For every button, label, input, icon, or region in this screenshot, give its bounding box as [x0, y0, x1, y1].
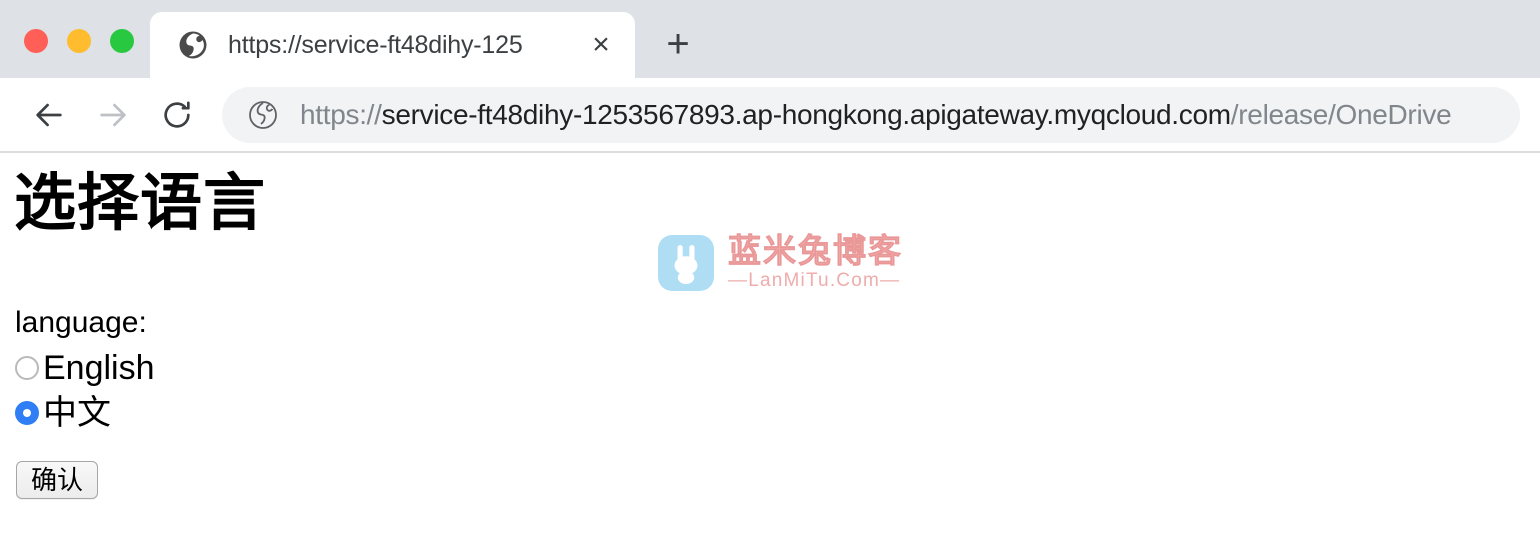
tab-title: https://service-ft48dihy-125 — [228, 30, 523, 59]
new-tab-button[interactable]: + — [652, 18, 704, 70]
reload-button[interactable] — [150, 88, 204, 142]
back-arrow-icon — [32, 98, 66, 132]
reload-icon — [160, 98, 194, 132]
back-button[interactable] — [22, 88, 76, 142]
browser-tab[interactable]: https://service-ft48dihy-125 × — [150, 12, 635, 78]
page-content: 选择语言 language: English 中文 确认 蓝米兔博客 —LanM… — [0, 153, 1540, 553]
watermark-brand-cn: 蓝米兔博客 — [728, 232, 903, 269]
language-label: language: — [15, 306, 147, 339]
rabbit-icon — [658, 234, 714, 291]
browser-window: https://service-ft48dihy-125 × + https:/… — [0, 0, 1540, 554]
confirm-button[interactable]: 确认 — [16, 461, 99, 499]
radio-button-chinese[interactable] — [15, 401, 39, 425]
radio-option-chinese[interactable]: 中文 — [15, 393, 111, 433]
globe-icon — [248, 100, 278, 130]
radio-button-english[interactable] — [15, 356, 39, 380]
window-minimize-button[interactable] — [67, 29, 91, 53]
radio-label-english: English — [43, 349, 155, 387]
close-icon[interactable]: × — [575, 19, 627, 71]
window-traffic-lights — [24, 29, 134, 53]
radio-label-chinese: 中文 — [43, 394, 111, 432]
tab-strip: https://service-ft48dihy-125 × + — [0, 0, 1540, 78]
forward-arrow-icon — [96, 98, 130, 132]
url-scheme: https:// — [300, 98, 382, 130]
browser-toolbar: https://service-ft48dihy-1253567893.ap-h… — [0, 78, 1540, 153]
url-host: service-ft48dihy-1253567893.ap-hongkong.… — [381, 98, 1231, 130]
window-close-button[interactable] — [24, 29, 48, 53]
watermark-brand-en: —LanMiTu.Com— — [728, 270, 901, 291]
forward-button[interactable] — [86, 88, 140, 142]
address-bar-url: https://service-ft48dihy-1253567893.ap-h… — [300, 99, 1451, 131]
watermark: 蓝米兔博客 —LanMiTu.Com— — [658, 232, 903, 292]
address-bar[interactable]: https://service-ft48dihy-1253567893.ap-h… — [222, 86, 1520, 143]
watermark-text: 蓝米兔博客 —LanMiTu.Com— — [728, 232, 903, 292]
page-title: 选择语言 — [14, 169, 267, 238]
radio-option-english[interactable]: English — [15, 348, 155, 388]
window-maximize-button[interactable] — [110, 29, 134, 53]
globe-icon — [178, 30, 208, 60]
url-path: /release/OneDrive — [1230, 98, 1452, 130]
